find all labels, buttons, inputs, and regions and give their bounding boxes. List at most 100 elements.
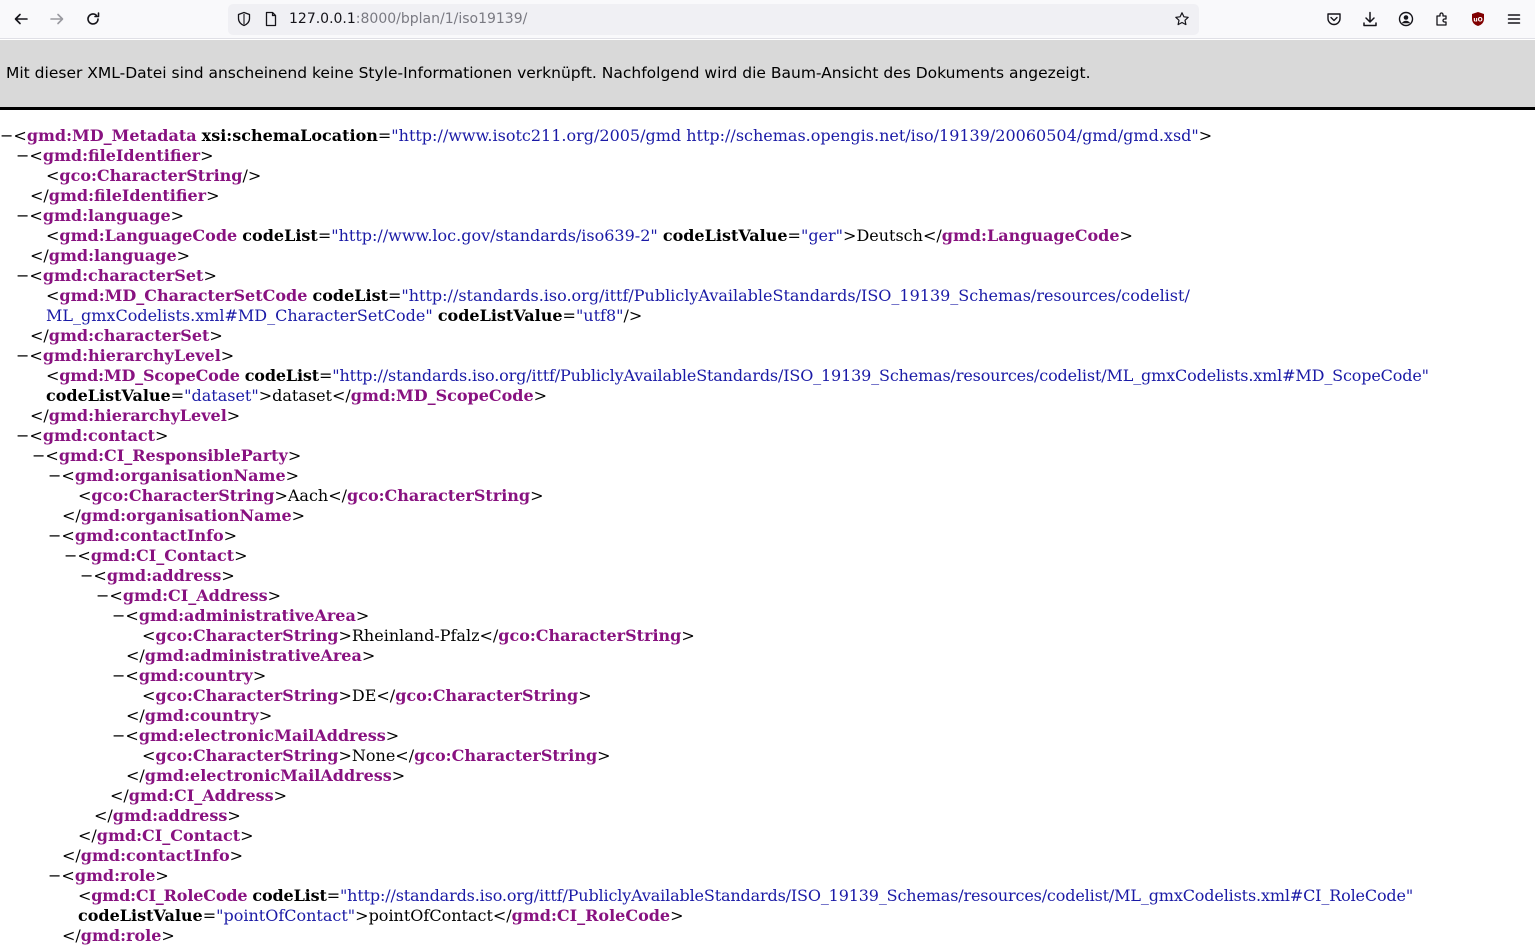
forward-button[interactable] (43, 5, 71, 33)
xml-tag: gmd:hierarchyLevel (42, 346, 221, 365)
xml-attr-value: "pointOfContact" (216, 906, 356, 925)
collapse-toggle[interactable]: − (16, 426, 29, 445)
xml-tag: gmd:organisationName (74, 466, 286, 485)
xml-attr-value: "http://standards.iso.org/ittf/PubliclyA… (339, 886, 1414, 905)
xml-tag: gmd:CI_Contact (96, 826, 241, 845)
xml-tag: gmd:language (48, 246, 177, 265)
account-button[interactable] (1392, 5, 1420, 33)
xml-tag: gmd:hierarchyLevel (48, 406, 227, 425)
bookmark-star-icon[interactable] (1174, 11, 1190, 27)
page-icon[interactable] (263, 11, 279, 27)
collapse-toggle[interactable]: − (112, 726, 125, 745)
collapse-toggle[interactable]: − (16, 266, 29, 285)
shield-icon[interactable] (236, 11, 252, 27)
xml-line: codeListValue="dataset">dataset</gmd:MD_… (46, 386, 548, 405)
xml-tag: gco:CharacterString (155, 686, 339, 705)
collapse-toggle[interactable]: − (64, 546, 77, 565)
collapse-toggle[interactable]: − (112, 666, 125, 685)
xml-tag: gco:CharacterString (155, 746, 339, 765)
back-button[interactable] (7, 5, 35, 33)
xml-tag: gmd:CI_Address (128, 786, 274, 805)
collapse-toggle[interactable]: − (48, 866, 61, 885)
xml-tag: gmd:address (106, 566, 222, 585)
xml-line: −<gmd:address> (80, 566, 235, 585)
menu-button[interactable] (1500, 5, 1528, 33)
xml-line: </gmd:role> (62, 926, 175, 945)
xml-attr-value: ML_gmxCodelists.xml#MD_CharacterSetCode" (46, 306, 433, 325)
xml-tag: gmd:MD_Metadata (26, 126, 197, 145)
download-icon (1363, 11, 1377, 27)
xml-line: −<gmd:CI_Contact> (64, 546, 248, 565)
xml-attr-name: codeList (244, 366, 320, 385)
xml-tag: gmd:country (144, 706, 259, 725)
xml-attr-name: codeListValue (46, 386, 171, 405)
xml-line: −<gmd:country> (112, 666, 267, 685)
browser-toolbar: 127.0.0.1:8000/bplan/1/iso19139/ uO (0, 0, 1535, 39)
xml-tag: gmd:role (80, 926, 162, 945)
xml-line: </gmd:address> (94, 806, 241, 825)
reload-button[interactable] (79, 5, 107, 33)
xml-tag: gco:CharacterString (395, 686, 579, 705)
extensions-button[interactable] (1428, 5, 1456, 33)
xml-tag: gco:CharacterString (414, 746, 598, 765)
xml-line: </gmd:hierarchyLevel> (30, 406, 241, 425)
collapse-toggle[interactable]: − (16, 146, 29, 165)
xml-tag: gmd:role (74, 866, 156, 885)
xml-line: −<gmd:characterSet> (16, 266, 217, 285)
collapse-toggle[interactable]: − (0, 126, 13, 145)
xml-attr-value: "http://standards.iso.org/ittf/PubliclyA… (401, 286, 1190, 305)
xml-text: None (351, 746, 396, 765)
collapse-toggle[interactable]: − (112, 606, 125, 625)
xml-tag: gmd:CI_RoleCode (91, 886, 248, 905)
xml-tag: gmd:CI_Contact (90, 546, 235, 565)
account-icon (1398, 11, 1414, 27)
xml-line: <gco:CharacterString>None</gco:Character… (142, 746, 611, 765)
collapse-toggle[interactable]: − (16, 346, 29, 365)
pocket-icon (1327, 13, 1341, 26)
collapse-toggle[interactable]: − (16, 206, 29, 225)
xml-tag: gmd:contactInfo (80, 846, 230, 865)
downloads-button[interactable] (1356, 5, 1384, 33)
svg-text:uO: uO (1473, 17, 1482, 24)
pocket-button[interactable] (1320, 5, 1348, 33)
ublock-button[interactable]: uO (1464, 5, 1492, 33)
xml-line: <gco:CharacterString>Aach</gco:Character… (78, 486, 544, 505)
xml-attr-name: codeList (312, 286, 388, 305)
xml-tag: gmd:CI_Address (122, 586, 268, 605)
xml-attr-value: "http://standards.iso.org/ittf/PubliclyA… (332, 366, 1429, 385)
xml-tag: gmd:address (112, 806, 228, 825)
collapse-toggle[interactable]: − (32, 446, 45, 465)
xml-tag: gmd:country (138, 666, 253, 685)
xml-line-root-open: −<gmd:MD_Metadata xsi:schemaLocation="ht… (0, 126, 1213, 145)
xml-line: </gmd:contactInfo> (62, 846, 244, 865)
xml-line: <gco:CharacterString/> (46, 166, 262, 185)
xml-text: Deutsch (856, 226, 923, 245)
xml-line: <gmd:MD_ScopeCode codeList="http://stand… (46, 366, 1429, 385)
xml-tag: gco:CharacterString (59, 166, 243, 185)
xml-tag: gmd:characterSet (42, 266, 204, 285)
xml-tag: gmd:electronicMailAddress (144, 766, 392, 785)
xml-line: <gmd:LanguageCode codeList="http://www.l… (46, 226, 1133, 245)
url-text[interactable]: 127.0.0.1:8000/bplan/1/iso19139/ (289, 11, 527, 28)
xml-attr-name: codeListValue (437, 306, 563, 325)
xml-tag: gmd:contact (42, 426, 155, 445)
xml-line: </gmd:language> (30, 246, 191, 265)
ublock-icon: uO (1472, 12, 1484, 26)
xml-line: codeListValue="pointOfContact">pointOfCo… (78, 906, 684, 925)
xml-line: −<gmd:role> (48, 866, 169, 885)
xml-line: </gmd:organisationName> (62, 506, 306, 525)
xml-line: −<gmd:contactInfo> (48, 526, 238, 545)
back-icon (14, 13, 28, 25)
collapse-toggle[interactable]: − (96, 586, 109, 605)
url-path: :8000/bplan/1/iso19139/ (355, 11, 528, 27)
xml-text: Rheinland-Pfalz (351, 626, 480, 645)
xml-line: </gmd:administrativeArea> (126, 646, 376, 665)
collapse-toggle[interactable]: − (80, 566, 93, 585)
xml-attr-value: "http://www.isotc211.org/2005/gmd http:/… (391, 126, 1199, 145)
address-bar[interactable]: 127.0.0.1:8000/bplan/1/iso19139/ (228, 4, 1199, 35)
extensions-icon (1436, 12, 1447, 26)
xml-tag: gmd:MD_ScopeCode (350, 386, 534, 405)
xml-tag: gmd:fileIdentifier (48, 186, 207, 205)
collapse-toggle[interactable]: − (48, 526, 61, 545)
collapse-toggle[interactable]: − (48, 466, 61, 485)
